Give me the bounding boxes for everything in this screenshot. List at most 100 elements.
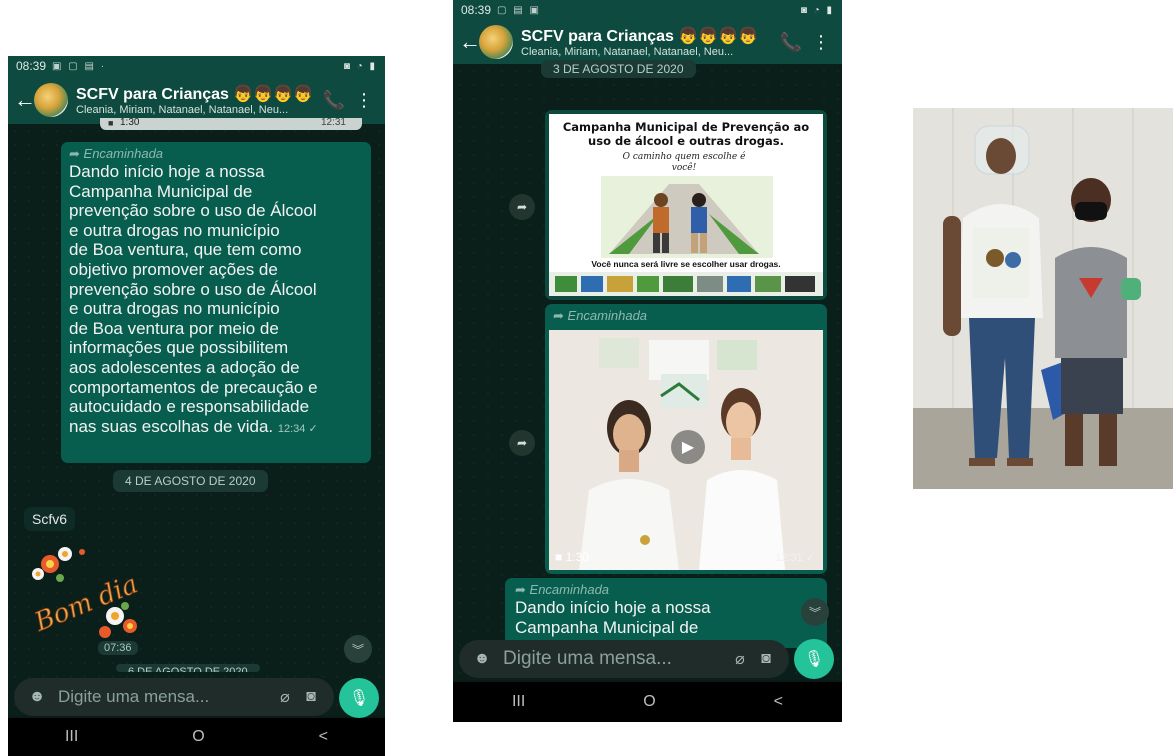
emoji-icon[interactable]: ☻ xyxy=(24,688,50,706)
status-time: 08:39 xyxy=(16,59,47,73)
notification-icons: ▢ ▤ ▣ xyxy=(497,4,541,16)
forward-icon[interactable]: ➦ xyxy=(509,430,535,456)
message-input[interactable]: ☻ Digite uma mensa... ⌀ ◙ xyxy=(14,678,334,716)
group-avatar-icon[interactable] xyxy=(34,83,68,117)
back-button[interactable]: < xyxy=(319,728,328,746)
video-time-wrap: 12:31 ✓ xyxy=(775,551,815,564)
mic-icon[interactable]: 🎙 xyxy=(339,678,379,718)
message-line: prevenção sobre o uso de Álcool xyxy=(69,279,317,299)
message-last-line: nas suas escolhas de vida. xyxy=(69,416,274,436)
forward-label-icon: ➦ xyxy=(515,582,526,597)
message-line: Dando início hoje a nossa xyxy=(515,598,711,617)
date-separator: 3 DE AGOSTO DE 2020 xyxy=(541,60,696,78)
attach-icon[interactable]: ⌀ xyxy=(272,687,298,707)
date-separator-partial: 6 DE AGOSTO DE 2020 xyxy=(116,664,260,672)
message-line: de Boa ventura por meio de xyxy=(69,318,279,338)
poster-image-message[interactable]: Campanha Municipal de Prevenção ao uso d… xyxy=(545,110,827,300)
message-line: prevenção sobre o uso de Álcool xyxy=(69,201,317,221)
forwarded-label: Encaminhada xyxy=(83,146,164,161)
video-camera-icon: ■ xyxy=(555,550,563,564)
home-button[interactable]: O xyxy=(192,728,204,746)
photo-image xyxy=(913,108,1173,489)
android-nav-bar: III O < xyxy=(453,682,842,722)
bom-dia-sticker[interactable]: Bom dia xyxy=(20,534,150,649)
status-bar: 08:39 ▣ ▢ ▤ · ◙ ◔ ▮ xyxy=(8,56,385,76)
message-line: e outra drogas no município xyxy=(69,220,280,240)
chat-header: ← SCFV para Crianças 👦👦👦👦 Cleania, Miria… xyxy=(453,20,842,64)
add-call-icon[interactable]: 📞 xyxy=(319,90,349,111)
emoji-faces-icon: 👦👦👦👦 xyxy=(678,28,759,45)
notification-icons: ▣ ▢ ▤ · xyxy=(52,60,107,72)
message-line: e outra drogas no município xyxy=(69,299,280,319)
chat-area[interactable]: ■ 1:30 12:31 ➦ Encaminhada Dando início … xyxy=(8,117,385,716)
group-members: Cleania, Miriam, Natanael, Natanael, Neu… xyxy=(521,46,734,58)
video-message-partial[interactable]: ■ 1:30 12:31 xyxy=(100,117,362,130)
message-line: informações que possibilitem xyxy=(69,338,289,358)
video-message[interactable]: ➦ Encaminhada ▶ ■ 1:30 12:31 ✓ xyxy=(545,304,827,574)
message-line: de Boa ventura, que tem como xyxy=(69,240,302,260)
message-input[interactable]: ☻ Digite uma mensa... ⌀ ◙ xyxy=(459,640,789,678)
camera-icon[interactable]: ◙ xyxy=(298,688,324,706)
status-bar: 08:39 ▢ ▤ ▣ ◙ ◔ ▮ xyxy=(453,0,842,20)
attach-icon[interactable]: ⌀ xyxy=(727,649,753,669)
more-vert-icon[interactable]: ⋮ xyxy=(349,90,379,111)
forwarded-text-message-partial[interactable]: ➦ Encaminhada Dando início hoje a nossa … xyxy=(505,578,827,648)
message-line: autocuidado e responsabilidade xyxy=(69,397,310,417)
video-duration: 1:30 xyxy=(565,550,589,564)
mic-icon[interactable]: 🎙 xyxy=(794,639,834,679)
home-button[interactable]: O xyxy=(643,693,655,711)
sticker-image: Bom dia xyxy=(29,547,143,639)
phone-screenshot-1: 08:39 ▣ ▢ ▤ · ◙ ◔ ▮ ← SCFV para Crianças… xyxy=(8,56,385,756)
back-button[interactable]: < xyxy=(774,693,783,711)
forwarded-label: Encaminhada xyxy=(529,582,610,597)
video-duration: 1:30 xyxy=(120,117,140,128)
double-check-icon: ✓ xyxy=(805,552,815,564)
scroll-down-icon[interactable]: ︾ xyxy=(801,598,829,626)
back-arrow-icon[interactable]: ← xyxy=(459,29,481,55)
android-nav-bar: III O < xyxy=(8,718,385,756)
emoji-faces-icon: 👦👦👦👦 xyxy=(233,86,314,103)
recent-apps-button[interactable]: III xyxy=(512,693,525,711)
campaign-poster: Campanha Municipal de Prevenção ao uso d… xyxy=(549,114,823,296)
campaign-photo xyxy=(913,108,1173,489)
video-thumbnail[interactable]: ▶ ■ 1:30 12:31 ✓ xyxy=(549,330,823,570)
message-line: comportamentos de precaução e xyxy=(69,377,318,397)
phone-screenshot-2: 08:39 ▢ ▤ ▣ ◙ ◔ ▮ ← SCFV para Crianças 👦… xyxy=(453,0,842,722)
message-line: Campanha Municipal de xyxy=(515,617,699,637)
camera-icon[interactable]: ◙ xyxy=(753,650,779,668)
sender-name-bubble: Scfv6 xyxy=(24,507,76,531)
scroll-down-icon[interactable]: ︾ xyxy=(344,635,372,663)
message-input-placeholder[interactable]: Digite uma mensa... xyxy=(58,687,272,707)
forward-label-icon: ➦ xyxy=(553,308,564,323)
recent-apps-button[interactable]: III xyxy=(65,728,78,746)
forwarded-text-message[interactable]: ➦ Encaminhada Dando início hoje a nossa … xyxy=(61,142,371,463)
emoji-icon[interactable]: ☻ xyxy=(469,650,495,668)
chat-title-block[interactable]: SCFV para Crianças 👦👦👦👦 Cleania, Miriam,… xyxy=(521,26,776,58)
poster-footer: Você nunca será livre se escolher usar d… xyxy=(591,259,781,269)
group-title: SCFV para Crianças xyxy=(76,86,229,103)
signal-battery-icon: ◙ ◔ ▮ xyxy=(800,4,834,16)
signal-battery-icon: ◙ ◔ ▮ xyxy=(343,60,377,72)
play-icon[interactable]: ▶ xyxy=(671,430,705,464)
forwarded-label: Encaminhada xyxy=(567,308,648,323)
add-call-icon[interactable]: 📞 xyxy=(776,32,806,53)
message-line: aos adolescentes a adoção de xyxy=(69,357,300,377)
forward-icon[interactable]: ➦ xyxy=(509,194,535,220)
more-vert-icon[interactable]: ⋮ xyxy=(806,32,836,53)
video-time: 12:31 xyxy=(775,552,803,564)
date-separator: 4 DE AGOSTO DE 2020 xyxy=(113,470,268,492)
video-camera-icon: ■ xyxy=(108,118,114,128)
message-time-value: 12:34 xyxy=(277,422,306,435)
message-input-placeholder[interactable]: Digite uma mensa... xyxy=(503,648,727,670)
message-text: Dando início hoje a nossa Campanha Munic… xyxy=(69,162,363,439)
forward-icon: ➦ xyxy=(69,146,80,161)
chat-area[interactable]: 3 DE AGOSTO DE 2020 Campanha Municipal d… xyxy=(453,60,842,680)
group-avatar-icon[interactable] xyxy=(479,25,513,59)
message-line: Campanha Municipal de xyxy=(69,181,253,201)
status-time: 08:39 xyxy=(461,3,492,17)
chat-title-block[interactable]: SCFV para Crianças 👦👦👦👦 Cleania, Miriam,… xyxy=(76,84,319,116)
message-line: objetivo promover ações de xyxy=(69,259,278,279)
back-arrow-icon[interactable]: ← xyxy=(14,87,36,113)
message-line: nas suas escolhas de vida. 12:34 ✓ xyxy=(69,417,363,440)
message-line: Dando início hoje a nossa xyxy=(69,162,265,181)
